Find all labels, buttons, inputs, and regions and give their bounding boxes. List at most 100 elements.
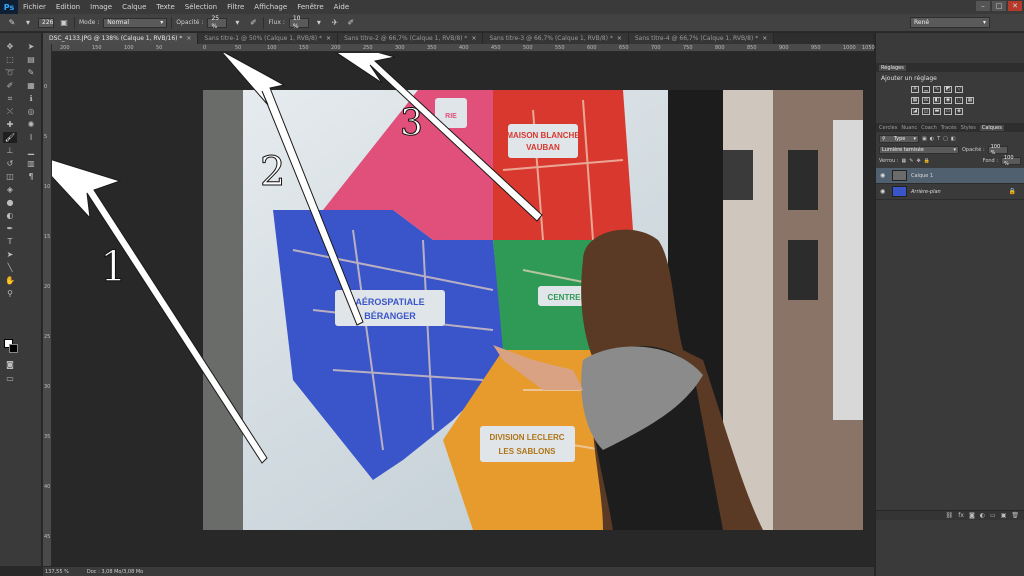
lock-position-icon[interactable]: ✥ (916, 158, 920, 164)
move-tool-icon[interactable]: ✥ (3, 41, 17, 52)
invert-icon[interactable]: ◪ (911, 108, 919, 115)
eye-icon[interactable]: ◉ (880, 172, 888, 179)
quick-select-tool-icon[interactable]: ✐ (3, 80, 17, 91)
tab-coach[interactable]: Coach (921, 125, 937, 131)
menu-fenetre[interactable]: Fenêtre (292, 0, 328, 14)
close-tab-icon[interactable]: × (471, 35, 476, 42)
artboard-tool-icon[interactable]: ➤ (24, 41, 38, 52)
minimize-button[interactable]: – (976, 1, 990, 11)
tab-document-5[interactable]: Sans titre-4 @ 66,7% (Calque 1, RVB/8) *… (628, 33, 775, 44)
paragraph-icon[interactable]: ¶ (24, 171, 38, 182)
brush-preset-icon[interactable]: ✎ (6, 17, 18, 29)
crop-tool-icon[interactable]: ⌗ (3, 93, 17, 104)
link-icon[interactable]: ⛓ (946, 512, 954, 519)
menu-edition[interactable]: Edition (51, 0, 85, 14)
airbrush-icon[interactable]: ✈ (329, 17, 341, 29)
zoom-tool-icon[interactable]: ⚲ (3, 288, 17, 299)
type-tool-icon[interactable]: T (3, 236, 17, 247)
posterize-icon[interactable]: ◫ (922, 108, 930, 115)
tab-document-1[interactable]: DSC_4133.JPG @ 138% (Calque 1, RVB/16) *… (43, 33, 199, 44)
color-lookup-icon[interactable]: ▦ (966, 97, 974, 104)
pressure-size-icon[interactable]: ✐ (345, 17, 357, 29)
ruler-vertical[interactable]: 0 5 10 15 20 25 30 35 40 45 (43, 44, 52, 566)
vibrance-icon[interactable]: ▽ (955, 86, 963, 93)
gradient-tool-icon[interactable]: ▤ (24, 54, 38, 65)
close-tab-icon[interactable]: × (326, 35, 331, 42)
tab-traces[interactable]: Tracés (941, 125, 957, 131)
chevron-down-icon[interactable]: ▾ (231, 17, 243, 29)
brush-size-field[interactable]: 226 (38, 17, 54, 28)
brightness-icon[interactable]: ☀ (911, 86, 919, 93)
layer-fill-field[interactable]: 100 % (1001, 155, 1021, 167)
selective-color-icon[interactable]: ◈ (955, 108, 963, 115)
dodge-tool-icon[interactable]: ◐ (3, 210, 17, 221)
menu-filtre[interactable]: Filtre (222, 0, 249, 14)
layer-row[interactable]: ◉ Arrière-plan 🔒 (876, 184, 1024, 200)
chevron-down-icon[interactable]: ▾ (313, 17, 325, 29)
maximize-button[interactable]: □ (992, 1, 1006, 11)
trash-icon[interactable]: 🗑 (1011, 512, 1019, 519)
background-color-swatch[interactable] (9, 344, 18, 353)
filter-smart-icon[interactable]: ◧ (951, 136, 956, 142)
close-tab-icon[interactable]: × (617, 35, 622, 42)
zoom-level[interactable]: 137,55 % (45, 569, 69, 575)
workspace-select[interactable]: René ▾ (910, 17, 990, 28)
tab-cercles[interactable]: Cercles (879, 125, 897, 131)
layer-kind-filter[interactable]: ⚲ Type ▾ (879, 135, 919, 143)
filter-type-icon[interactable]: T (937, 136, 940, 142)
tab-reglages[interactable]: Réglages (879, 64, 906, 71)
color-balance-icon[interactable]: ⚖ (922, 97, 930, 104)
mode-select[interactable]: Normal ▾ (103, 17, 168, 28)
chevron-down-icon[interactable]: ▾ (22, 17, 34, 29)
blend-mode-select[interactable]: Lumière tamisée ▾ (879, 146, 959, 154)
close-tab-icon[interactable]: × (186, 35, 191, 42)
marquee-tool-icon[interactable]: ⬚ (3, 54, 17, 65)
lasso-tool-icon[interactable]: ➰ (3, 67, 17, 78)
tab-document-3[interactable]: Sans titre-2 @ 66,7% (Calque 1, RVB/8) *… (338, 33, 484, 44)
layer-row[interactable]: ◉ Calque 1 (876, 168, 1024, 184)
lock-all-icon[interactable]: 🔒 (924, 158, 930, 164)
text-vertical-tool-icon[interactable]: Ⅰ (24, 132, 38, 143)
filter-pixel-icon[interactable]: ▣ (922, 136, 927, 142)
new-layer-icon[interactable]: ▣ (1001, 512, 1007, 519)
threshold-icon[interactable]: ▬ (933, 108, 941, 115)
brush-tool-icon[interactable]: 🖌 (3, 132, 17, 143)
tab-styles[interactable]: Styles (961, 125, 976, 131)
folder-icon[interactable]: ▭ (990, 512, 996, 519)
menu-image[interactable]: Image (85, 0, 117, 14)
close-button[interactable]: ✕ (1008, 1, 1022, 11)
lock-pixels-icon[interactable]: ✎ (909, 158, 913, 164)
black-white-icon[interactable]: ◧ (933, 97, 941, 104)
filter-shape-icon[interactable]: ▢ (943, 136, 948, 142)
menu-affichage[interactable]: Affichage (249, 0, 292, 14)
menu-fichier[interactable]: Fichier (18, 0, 51, 14)
photo-filter-icon[interactable]: ◉ (944, 97, 952, 104)
tab-document-2[interactable]: Sans titre-1 @ 50% (Calque 1, RVB/8) * × (198, 33, 339, 44)
histogram-icon[interactable]: ▁ (24, 145, 38, 156)
pen-tool-icon[interactable]: ✒ (3, 223, 17, 234)
sponge-tool-icon[interactable]: ◎ (24, 106, 38, 117)
lock-transparency-icon[interactable]: ▦ (902, 158, 907, 164)
brush-panel-icon[interactable]: ▣ (58, 17, 70, 29)
burst-icon[interactable]: ✺ (24, 119, 38, 130)
blur-tool-icon[interactable]: ● (3, 197, 17, 208)
healing-tool-icon[interactable]: ✚ (3, 119, 17, 130)
exposure-icon[interactable]: ◩ (944, 86, 952, 93)
gradient-map-icon[interactable]: ▭ (944, 108, 952, 115)
mixer-brush-tool-icon[interactable]: ✎ (24, 67, 38, 78)
levels-icon[interactable]: ▁ (922, 86, 930, 93)
opacity-field[interactable]: 25 % (207, 15, 228, 30)
history-brush-tool-icon[interactable]: ↺ (3, 158, 17, 169)
hand-tool-icon[interactable]: ✋ (3, 275, 17, 286)
eyedropper-tool-icon[interactable]: ⤬ (3, 106, 17, 117)
fx-icon[interactable]: fx (958, 512, 964, 519)
layer-opacity-field[interactable]: 100 % (987, 144, 1008, 156)
channel-mixer-icon[interactable]: ◌ (955, 97, 963, 104)
tab-document-4[interactable]: Sans titre-3 @ 66,7% (Calque 1, RVB/8) *… (483, 33, 629, 44)
menu-calque[interactable]: Calque (117, 0, 151, 14)
curves-icon[interactable]: ∿ (933, 86, 941, 93)
flow-field[interactable]: 10 % (288, 15, 309, 30)
screen-mode-icon[interactable]: ▭ (3, 373, 17, 384)
quick-mask-icon[interactable]: ◙ (3, 359, 17, 370)
paint-bucket-tool-icon[interactable]: ◈ (3, 184, 17, 195)
